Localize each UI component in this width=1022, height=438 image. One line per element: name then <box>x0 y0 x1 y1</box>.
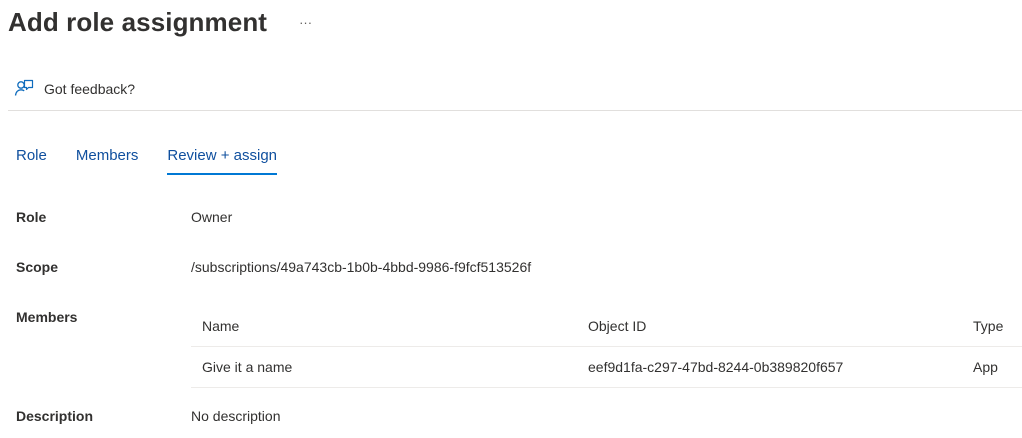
feedback-icon <box>14 79 34 99</box>
feedback-button[interactable]: Got feedback? <box>14 78 135 100</box>
members-label: Members <box>16 309 78 325</box>
wizard-tabs: Role Members Review + assign <box>16 146 277 178</box>
role-value: Owner <box>191 209 233 225</box>
toolbar-divider <box>8 110 1022 111</box>
page-title: Add role assignment <box>8 6 268 37</box>
page-header: Add role assignment ··· <box>8 4 314 40</box>
member-object-id: eef9d1fa-c297-47bd-8244-0b389820f657 <box>588 359 844 375</box>
scope-value: /subscriptions/49a743cb-1b0b-4bbd-9986-f… <box>191 259 532 275</box>
description-label: Description <box>16 408 94 424</box>
role-label: Role <box>16 209 47 225</box>
member-name: Give it a name <box>202 359 293 375</box>
tab-role[interactable]: Role <box>16 146 47 176</box>
member-type: App <box>973 359 998 375</box>
more-options-button[interactable]: ··· <box>297 14 314 31</box>
description-value: No description <box>191 408 281 424</box>
column-header-name: Name <box>202 318 240 334</box>
table-header-row: Name Object ID Type <box>191 306 1022 347</box>
members-table: Name Object ID Type Give it a name eef9d… <box>191 306 1022 388</box>
column-header-type: Type <box>973 318 1004 334</box>
tab-members[interactable]: Members <box>76 146 139 176</box>
column-header-object-id: Object ID <box>588 318 647 334</box>
tab-review-assign[interactable]: Review + assign <box>167 146 277 176</box>
table-row: Give it a name eef9d1fa-c297-47bd-8244-0… <box>191 347 1022 388</box>
scope-label: Scope <box>16 259 59 275</box>
feedback-label: Got feedback? <box>44 81 136 97</box>
